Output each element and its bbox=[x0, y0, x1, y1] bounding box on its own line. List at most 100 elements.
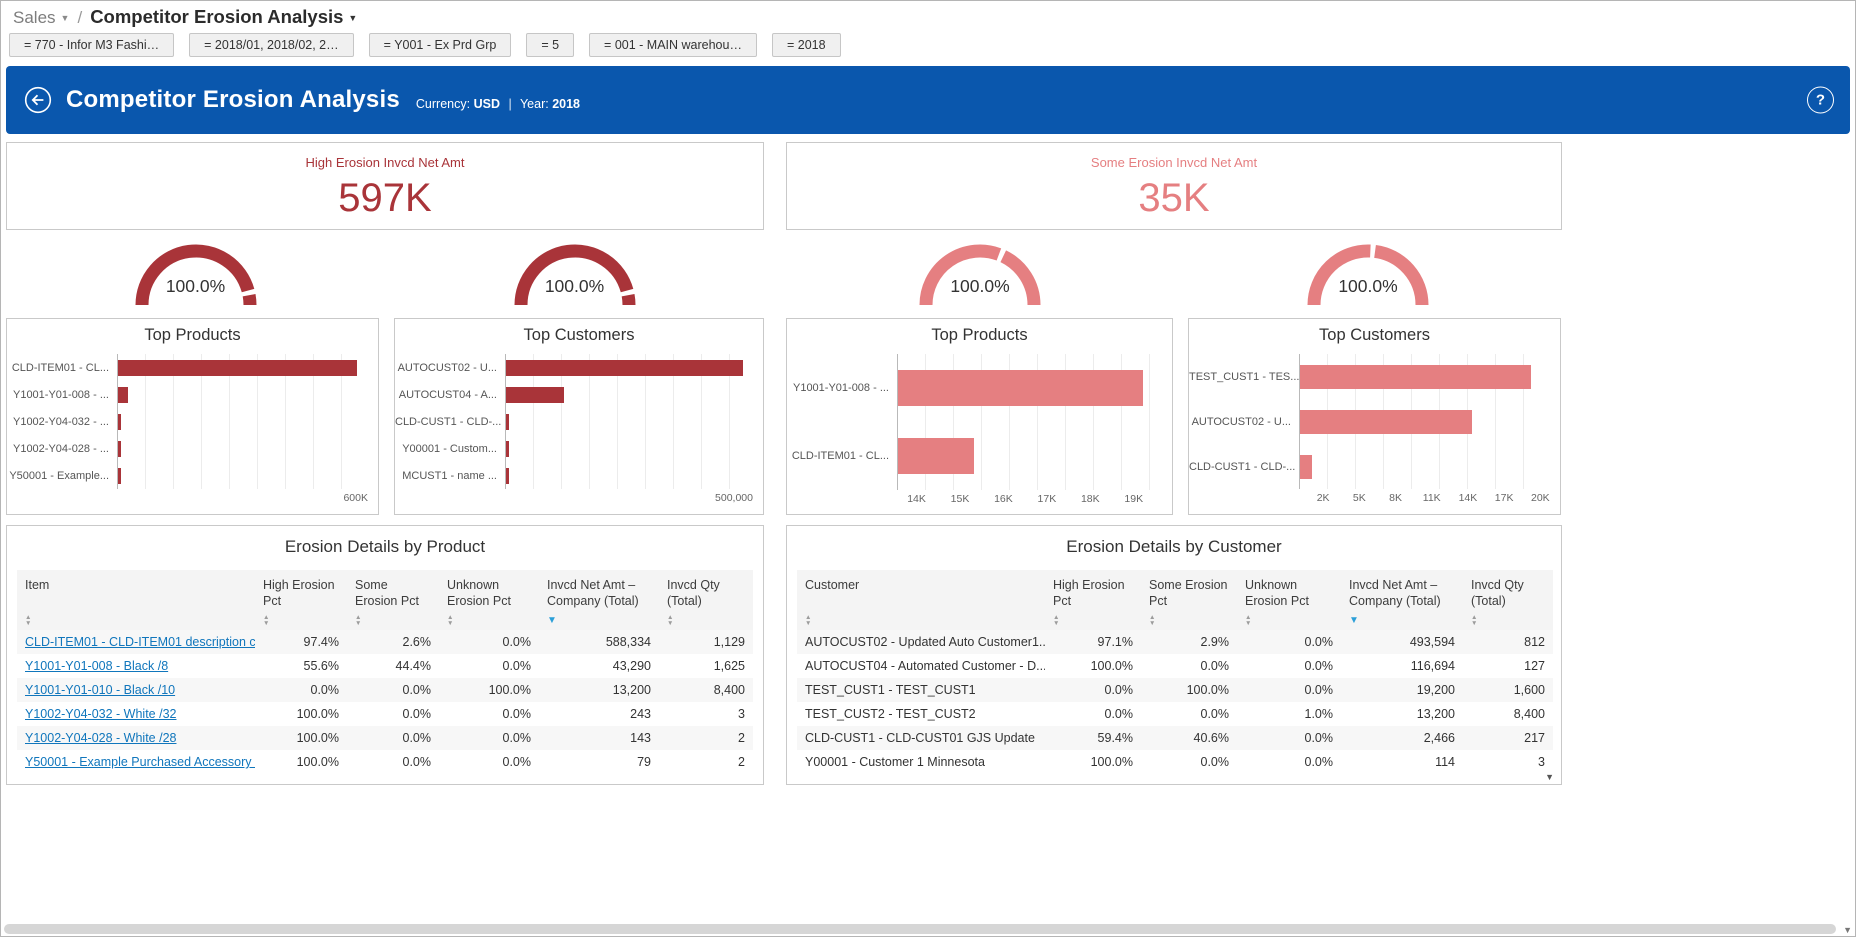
bar[interactable] bbox=[118, 360, 357, 376]
axis-tick-label: 20K bbox=[1531, 492, 1550, 504]
cell: 8,400 bbox=[1463, 702, 1553, 726]
filter-chip-warehouse[interactable]: = 001 - MAIN warehou… bbox=[589, 33, 757, 57]
sort-icon[interactable]: ▲▼ bbox=[263, 615, 275, 626]
table-row[interactable]: Y50001 - Example Purchased Accessory 500… bbox=[17, 750, 753, 774]
sort-icon[interactable]: ▲▼ bbox=[805, 615, 817, 626]
plot-area bbox=[1299, 444, 1550, 489]
cell: 19,200 bbox=[1341, 678, 1463, 702]
column-header[interactable]: Some Erosion Pct▲▼ bbox=[347, 570, 439, 630]
dashboard-banner: Competitor Erosion Analysis Currency: US… bbox=[6, 66, 1850, 134]
item-link[interactable]: Y1001-Y01-010 - Black /10 bbox=[25, 683, 175, 697]
table-row[interactable]: TEST_CUST1 - TEST_CUST10.0%100.0%0.0%19,… bbox=[797, 678, 1553, 702]
back-button[interactable] bbox=[24, 86, 52, 114]
table-row[interactable]: Y1002-Y04-032 - White /32100.0%0.0%0.0%2… bbox=[17, 702, 753, 726]
gauge-value: 100.0% bbox=[905, 276, 1055, 297]
scrollbar-corner-arrow[interactable]: ▼ bbox=[1843, 925, 1852, 935]
top-customers-chart-high: Top Customers AUTOCUST02 - U...AUTOCUST0… bbox=[394, 318, 764, 515]
cell: 100.0% bbox=[1045, 654, 1141, 678]
axis-tick-label: 11K bbox=[1423, 492, 1441, 504]
help-button[interactable]: ? bbox=[1807, 87, 1834, 114]
filter-chip-year[interactable]: = 2018 bbox=[772, 33, 841, 57]
category-label: Y1002-Y04-028 - ... bbox=[7, 443, 117, 455]
bar[interactable] bbox=[118, 468, 121, 484]
column-header[interactable]: Invcd Qty (Total)▲▼ bbox=[1463, 570, 1553, 630]
cell: 493,594 bbox=[1341, 630, 1463, 654]
filter-chip-company[interactable]: = 770 - Infor M3 Fashi… bbox=[9, 33, 174, 57]
filter-chip-periods[interactable]: = 2018/01, 2018/02, 2… bbox=[189, 33, 354, 57]
chevron-down-icon: ▼ bbox=[61, 13, 70, 23]
table-row[interactable]: CLD-ITEM01 - CLD-ITEM01 description chan… bbox=[17, 630, 753, 654]
item-link[interactable]: Y1002-Y04-028 - White /28 bbox=[25, 731, 176, 745]
column-header[interactable]: Invcd Net Amt – Company (Total)▼ bbox=[1341, 570, 1463, 630]
bar[interactable] bbox=[118, 414, 121, 430]
column-header[interactable]: Invcd Net Amt – Company (Total)▼ bbox=[539, 570, 659, 630]
column-header[interactable]: High Erosion Pct▲▼ bbox=[1045, 570, 1141, 630]
table-title: Erosion Details by Product bbox=[7, 526, 763, 570]
sort-icon[interactable]: ▲▼ bbox=[1471, 615, 1483, 626]
category-label: TEST_CUST1 - TES... bbox=[1189, 371, 1299, 383]
table-row[interactable]: Y1001-Y01-008 - Black /855.6%44.4%0.0%43… bbox=[17, 654, 753, 678]
breadcrumb: Sales▼ / Competitor Erosion Analysis▼ bbox=[1, 1, 1855, 30]
plot-area bbox=[117, 354, 368, 381]
bar[interactable] bbox=[1300, 455, 1312, 479]
category-label: AUTOCUST02 - U... bbox=[1189, 416, 1299, 428]
bar[interactable] bbox=[506, 360, 743, 376]
sort-icon-active[interactable]: ▼ bbox=[1349, 615, 1361, 626]
axis-tick-label: 14K bbox=[907, 493, 926, 505]
sort-icon[interactable]: ▲▼ bbox=[447, 615, 459, 626]
bar[interactable] bbox=[506, 387, 564, 403]
table-row[interactable]: Y1002-Y04-028 - White /28100.0%0.0%0.0%1… bbox=[17, 726, 753, 750]
cell: 100.0% bbox=[255, 726, 347, 750]
item-link[interactable]: Y50001 - Example Purchased Accessory 500… bbox=[25, 755, 255, 769]
category-label: CLD-ITEM01 - CL... bbox=[787, 450, 897, 462]
category-label: Y1001-Y01-008 - ... bbox=[787, 382, 897, 394]
item-link[interactable]: CLD-ITEM01 - CLD-ITEM01 description chan… bbox=[25, 635, 255, 649]
sort-icon[interactable]: ▲▼ bbox=[1149, 615, 1161, 626]
bar[interactable] bbox=[1300, 410, 1472, 434]
cell: 100.0% bbox=[255, 750, 347, 774]
kpi-high-erosion: High Erosion Invcd Net Amt 597K bbox=[6, 142, 764, 230]
column-header[interactable]: Customer▲▼ bbox=[797, 570, 1045, 630]
sort-icon[interactable]: ▲▼ bbox=[1053, 615, 1065, 626]
column-header[interactable]: Invcd Qty (Total)▲▼ bbox=[659, 570, 753, 630]
bar[interactable] bbox=[1300, 365, 1531, 389]
filter-chip-product-group[interactable]: = Y001 - Ex Prd Grp bbox=[369, 33, 512, 57]
axis-tick-label: 8K bbox=[1389, 492, 1402, 504]
table-row[interactable]: AUTOCUST02 - Updated Auto Customer1...97… bbox=[797, 630, 1553, 654]
chart-row: Y1001-Y01-008 - ... bbox=[7, 381, 378, 408]
column-header[interactable]: High Erosion Pct▲▼ bbox=[255, 570, 347, 630]
column-header[interactable]: Some Erosion Pct▲▼ bbox=[1141, 570, 1237, 630]
bar[interactable] bbox=[898, 438, 974, 474]
bar[interactable] bbox=[898, 370, 1143, 406]
bar[interactable] bbox=[506, 441, 509, 457]
cell: 0.0% bbox=[1237, 726, 1341, 750]
sort-icon[interactable]: ▲▼ bbox=[1245, 615, 1257, 626]
item-link[interactable]: Y1001-Y01-008 - Black /8 bbox=[25, 659, 168, 673]
breadcrumb-section[interactable]: Sales▼ bbox=[13, 8, 69, 28]
table-row[interactable]: TEST_CUST2 - TEST_CUST20.0%0.0%1.0%13,20… bbox=[797, 702, 1553, 726]
column-header[interactable]: Item▲▼ bbox=[17, 570, 255, 630]
column-header[interactable]: Unknown Erosion Pct▲▼ bbox=[1237, 570, 1341, 630]
horizontal-scrollbar[interactable] bbox=[4, 924, 1836, 934]
bar[interactable] bbox=[506, 414, 509, 430]
table-row[interactable]: CLD-CUST1 - CLD-CUST01 GJS Update59.4%40… bbox=[797, 726, 1553, 750]
filter-chip-top-n[interactable]: = 5 bbox=[526, 33, 574, 57]
sort-icon[interactable]: ▲▼ bbox=[25, 615, 37, 626]
kpi-some-erosion: Some Erosion Invcd Net Amt 35K bbox=[786, 142, 1562, 230]
bar[interactable] bbox=[506, 468, 509, 484]
bar[interactable] bbox=[118, 387, 128, 403]
sort-icon[interactable]: ▲▼ bbox=[667, 615, 679, 626]
table-row[interactable]: AUTOCUST04 - Automated Customer - D...10… bbox=[797, 654, 1553, 678]
table-row[interactable]: Y00001 - Customer 1 Minnesota100.0%0.0%0… bbox=[797, 750, 1553, 774]
sort-icon-active[interactable]: ▼ bbox=[547, 615, 559, 626]
table-scroll-down-arrow[interactable]: ▼ bbox=[1545, 772, 1554, 782]
cell: 114 bbox=[1341, 750, 1463, 774]
column-header[interactable]: Unknown Erosion Pct▲▼ bbox=[439, 570, 539, 630]
breadcrumb-page[interactable]: Competitor Erosion Analysis▼ bbox=[90, 6, 357, 28]
table-row[interactable]: Y1001-Y01-010 - Black /100.0%0.0%100.0%1… bbox=[17, 678, 753, 702]
item-link[interactable]: Y1002-Y04-032 - White /32 bbox=[25, 707, 176, 721]
bar[interactable] bbox=[118, 441, 121, 457]
plot-area bbox=[117, 381, 368, 408]
cell: 0.0% bbox=[439, 630, 539, 654]
sort-icon[interactable]: ▲▼ bbox=[355, 615, 367, 626]
